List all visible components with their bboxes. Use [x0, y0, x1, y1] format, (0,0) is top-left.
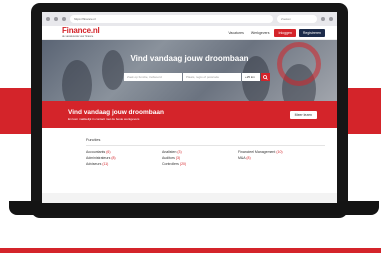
menu-icon[interactable]: [329, 17, 333, 21]
logo-text: Finance.nl: [62, 26, 100, 35]
function-link[interactable]: Controllers (20): [162, 162, 238, 166]
hero-decorative-ring: [277, 42, 321, 86]
main-nav: Vacatures Werkgevers Inloggen Registrere…: [226, 28, 325, 37]
job-search-form: Zoek op functie, trefwoord Plaats, regio…: [124, 73, 270, 81]
footer-strip: [42, 193, 337, 203]
search-button[interactable]: [261, 73, 270, 81]
stage: https://finance.nl Zoeken Finance.nl de …: [0, 0, 381, 253]
radius-select[interactable]: +25 km: [242, 73, 260, 81]
nav-werkgevers[interactable]: Werkgevers: [249, 31, 272, 35]
hero-banner: Vind vandaag jouw droombaan Zoek op func…: [42, 40, 337, 101]
divider: [86, 145, 325, 146]
laptop-screen: https://finance.nl Zoeken Finance.nl de …: [42, 12, 337, 203]
hero-title: Vind vandaag jouw droombaan: [130, 54, 249, 63]
browser-search-field[interactable]: Zoeken: [277, 15, 317, 23]
nav-vacatures[interactable]: Vacatures: [226, 31, 246, 35]
reload-icon[interactable]: [62, 17, 66, 21]
browser-toolbar: https://finance.nl Zoeken: [42, 12, 337, 26]
back-icon[interactable]: [46, 17, 50, 21]
address-bar[interactable]: https://finance.nl: [70, 15, 273, 23]
promo-subtitle: En kom makkelijk in contact met de beste…: [68, 116, 140, 121]
site-logo[interactable]: Finance.nl de vacaturesite voor finance: [62, 26, 100, 39]
function-link[interactable]: Accountants (6): [86, 150, 162, 154]
functions-section: Functies Accountants (6) Analisten (3) F…: [42, 128, 337, 166]
function-link[interactable]: Auditors (3): [162, 156, 238, 160]
function-link[interactable]: Adviseurs (11): [86, 162, 162, 166]
function-link[interactable]: Financieel Management (10): [238, 150, 314, 154]
function-link[interactable]: M&A (8): [238, 156, 314, 160]
forward-icon[interactable]: [54, 17, 58, 21]
promo-text: Vind vandaag jouw droombaan En kom makke…: [68, 109, 164, 121]
function-link[interactable]: Analisten (3): [162, 150, 238, 154]
extensions-icon[interactable]: [321, 17, 325, 21]
site-header: Finance.nl de vacaturesite voor finance …: [42, 26, 337, 40]
job-location-input[interactable]: Plaats, regio of postcode: [183, 73, 241, 81]
background-red-strip: [0, 248, 381, 253]
search-icon: [263, 74, 268, 80]
laptop-base: [9, 201, 379, 215]
logo-tagline: de vacaturesite voor finance: [62, 35, 94, 38]
functions-title: Functies: [86, 138, 101, 142]
promo-title: Vind vandaag jouw droombaan: [68, 108, 164, 116]
login-button[interactable]: Inloggen: [274, 28, 296, 37]
job-keyword-input[interactable]: Zoek op functie, trefwoord: [124, 73, 182, 81]
hero-photo-person: [62, 60, 92, 101]
promo-read-more-button[interactable]: Meer lezen: [289, 110, 317, 119]
register-button[interactable]: Registreren: [298, 28, 325, 37]
promo-banner: Vind vandaag jouw droombaan En kom makke…: [42, 101, 337, 128]
function-link[interactable]: Administrateurs (8): [86, 156, 162, 160]
functions-list: Accountants (6) Analisten (3) Financieel…: [86, 150, 325, 166]
